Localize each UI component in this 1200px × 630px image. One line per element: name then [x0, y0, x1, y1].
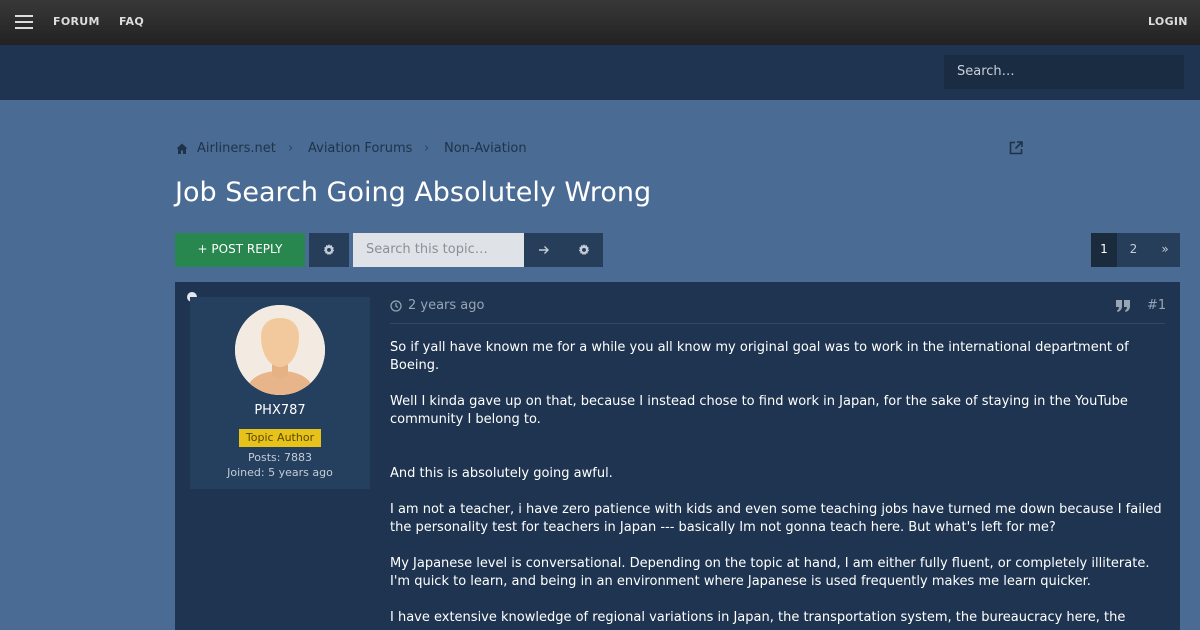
post: PHX787 Topic Author Posts: 7883 Joined: …	[175, 282, 1180, 630]
author-profile: PHX787 Topic Author Posts: 7883 Joined: …	[190, 297, 370, 489]
chevron-right-icon: ›	[424, 141, 430, 156]
menu-icon[interactable]	[15, 15, 33, 29]
post-paragraph: Well I kinda gave up on that, because I …	[390, 394, 1128, 427]
post-reply-button[interactable]: + POST REPLY	[175, 233, 305, 267]
post-paragraph: My Japanese level is conversational. Dep…	[390, 556, 1150, 589]
home-icon[interactable]	[175, 142, 189, 156]
external-link-icon[interactable]	[1008, 140, 1024, 156]
quote-icon[interactable]	[1115, 299, 1131, 313]
page-2-button[interactable]: 2	[1117, 233, 1150, 267]
nav-forum-link[interactable]: FORUM	[53, 15, 100, 28]
advanced-search-button[interactable]	[564, 233, 603, 267]
breadcrumb-non-aviation[interactable]: Non-Aviation	[444, 141, 527, 156]
top-navbar: FORUM FAQ LOGIN	[0, 0, 1200, 45]
topic-search-input[interactable]: Search this topic…	[353, 233, 524, 267]
post-header-divider	[390, 323, 1165, 324]
author-joined: Joined: 5 years ago	[227, 466, 333, 479]
post-paragraph: So if yall have known me for a while you…	[390, 340, 1129, 373]
author-username[interactable]: PHX787	[190, 403, 370, 418]
post-paragraph: I am not a teacher, i have zero patience…	[390, 502, 1162, 535]
topic-author-badge: Topic Author	[239, 429, 321, 447]
post-paragraph: And this is absolutely going awful.	[390, 466, 613, 481]
post-permalink[interactable]: #1	[1147, 298, 1166, 313]
login-link[interactable]: LOGIN	[1148, 15, 1188, 28]
gear-icon	[578, 244, 589, 256]
avatar[interactable]	[235, 305, 325, 395]
chevron-right-icon: ›	[288, 141, 294, 156]
nav-faq-link[interactable]: FAQ	[119, 15, 144, 28]
topic-tools-button[interactable]	[309, 233, 349, 267]
clock-icon	[390, 300, 402, 312]
page-title: Job Search Going Absolutely Wrong	[175, 177, 652, 208]
post-paragraph: I have extensive knowledge of regional v…	[390, 610, 1126, 625]
post-timestamp[interactable]: 2 years ago	[408, 298, 484, 313]
breadcrumb-airliners[interactable]: Airliners.net	[197, 141, 276, 156]
breadcrumb-aviation-forums[interactable]: Aviation Forums	[308, 141, 412, 156]
next-page-button[interactable]: »	[1150, 233, 1180, 267]
topic-search-submit[interactable]	[524, 233, 564, 267]
site-search-input[interactable]: Search…	[944, 55, 1184, 89]
default-avatar-icon	[235, 305, 325, 395]
gear-icon	[323, 244, 335, 256]
author-post-count: Posts: 7883	[248, 451, 312, 464]
page-1-button[interactable]: 1	[1091, 233, 1117, 267]
arrow-right-icon	[539, 246, 549, 254]
